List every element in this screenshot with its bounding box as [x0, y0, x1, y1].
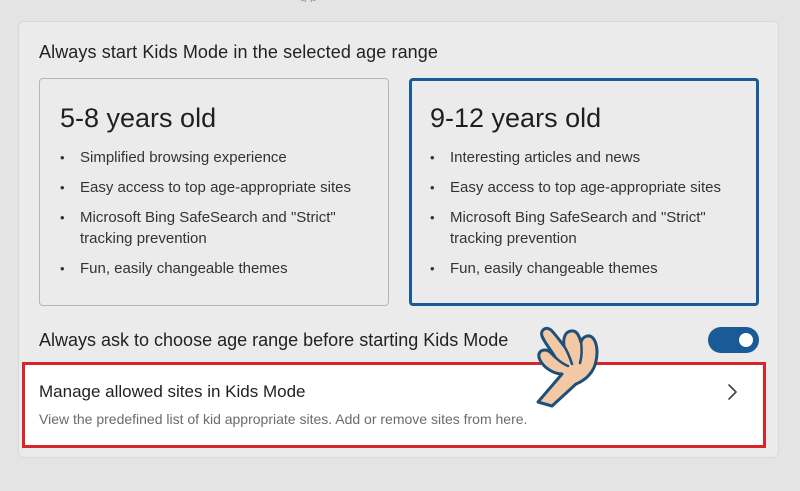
section-title: Always start Kids Mode in the selected a…: [39, 42, 439, 62]
pointing-hand-icon: [518, 316, 610, 408]
feature-item: Easy access to top age-appropriate sites: [430, 177, 740, 198]
feature-item: Interesting articles and news: [430, 147, 740, 168]
age-range-title: 9-12 years old: [430, 103, 602, 133]
manage-allowed-sites-description: View the predefined list of kid appropri…: [39, 411, 528, 427]
clipped-heading-fragment: g p: [300, 0, 500, 2]
manage-allowed-sites-title: Manage allowed sites in Kids Mode: [39, 382, 306, 401]
age-range-option-5-8[interactable]: 5-8 years old Simplified browsing experi…: [39, 78, 389, 306]
feature-item: Fun, easily changeable themes: [60, 258, 370, 279]
feature-list: Interesting articles and news Easy acces…: [430, 147, 740, 288]
feature-item: Fun, easily changeable themes: [430, 258, 740, 279]
manage-allowed-sites-row[interactable]: Manage allowed sites in Kids Mode View t…: [22, 362, 766, 448]
always-ask-label: Always ask to choose age range before st…: [39, 330, 509, 350]
feature-item: Simplified browsing experience: [60, 147, 370, 168]
feature-item: Microsoft Bing SafeSearch and "Strict" t…: [60, 207, 370, 249]
feature-item: Easy access to top age-appropriate sites: [60, 177, 370, 198]
toggle-knob: [739, 333, 753, 347]
settings-page: g p Always start Kids Mode in the select…: [0, 0, 800, 491]
always-ask-toggle[interactable]: [708, 327, 759, 353]
chevron-right-icon[interactable]: [725, 379, 741, 405]
always-ask-age-range-row: Always ask to choose age range before st…: [39, 327, 759, 354]
age-range-option-9-12[interactable]: 9-12 years old Interesting articles and …: [409, 78, 759, 306]
feature-list: Simplified browsing experience Easy acce…: [60, 147, 370, 288]
age-range-title: 5-8 years old: [60, 103, 217, 133]
feature-item: Microsoft Bing SafeSearch and "Strict" t…: [430, 207, 740, 249]
